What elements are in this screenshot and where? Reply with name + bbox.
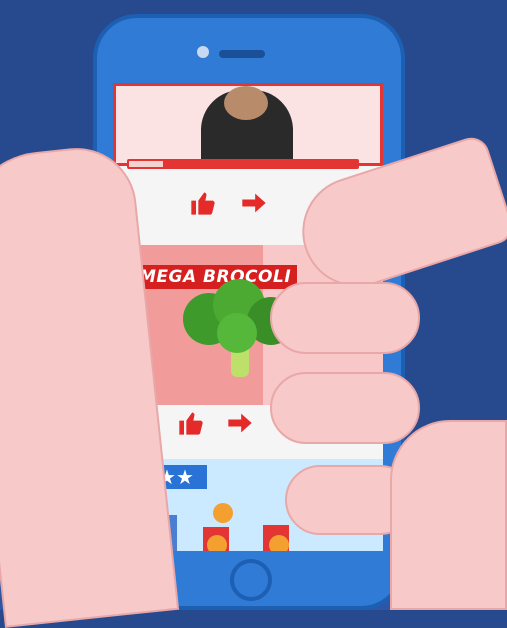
video-thumbnail-head [224,86,268,120]
video-card-1[interactable] [113,83,383,166]
share-arrow-icon[interactable] [225,409,255,443]
character-face [213,503,233,523]
thumbs-up-icon[interactable] [177,409,205,443]
speaker-grille [219,50,265,58]
share-arrow-icon[interactable] [239,189,269,223]
home-button[interactable] [230,559,272,601]
hand-finger [270,282,420,354]
hand-finger [270,372,420,444]
video-progress-fill [129,161,164,167]
camera-icon [197,46,209,58]
video-progress-bar[interactable] [127,159,359,169]
hand-palm [390,420,507,610]
character-face [269,535,289,551]
thumbs-up-icon[interactable] [189,189,217,223]
character-face [207,535,227,551]
